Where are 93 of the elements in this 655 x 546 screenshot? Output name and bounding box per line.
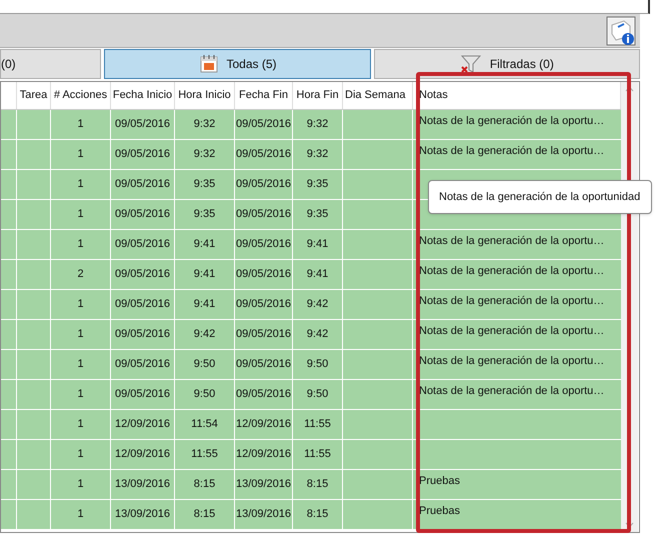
table-cell: 1 xyxy=(51,200,111,229)
table-cell: 9:35 xyxy=(293,170,343,199)
table-cell: 9:50 xyxy=(175,380,235,409)
table-cell: 1 xyxy=(51,320,111,349)
table-cell: 9:41 xyxy=(175,260,235,289)
table-cell: 11:55 xyxy=(175,440,235,469)
table-cell-text: Notas de la generación de la oportu… xyxy=(418,294,606,309)
table-cell-text: Notas de la generación de la oportu… xyxy=(418,264,606,279)
table-cell: 1 xyxy=(51,410,111,439)
table-cell: 11:54 xyxy=(175,410,235,439)
table-cell: 9:32 xyxy=(293,140,343,169)
table-cell-text: Notas de la generación de la oportu… xyxy=(418,144,606,159)
table-cell: 12/09/2016 xyxy=(111,440,175,469)
table-cell: 9:50 xyxy=(175,350,235,379)
table-cell: 9:35 xyxy=(175,170,235,199)
table-cell: 9:32 xyxy=(175,110,235,139)
table-cell: 9:35 xyxy=(293,200,343,229)
table-cell: 9:32 xyxy=(175,140,235,169)
column-header[interactable]: Hora Fin xyxy=(293,82,343,109)
tab[interactable]: Todas (5) xyxy=(104,49,371,79)
table-cell: 8:15 xyxy=(175,470,235,499)
table-cell: 9:41 xyxy=(175,290,235,319)
table-cell: 09/05/2016 xyxy=(111,350,175,379)
table-cell: 13/09/2016 xyxy=(235,500,293,529)
table-cell: 2 xyxy=(51,260,111,289)
table-cell: 9:41 xyxy=(293,230,343,259)
table-cell: 1 xyxy=(51,380,111,409)
column-header[interactable]: Hora Inicio xyxy=(175,82,235,109)
table-cell: 09/05/2016 xyxy=(235,260,293,289)
tab[interactable]: (0) xyxy=(0,49,102,79)
table-cell: 09/05/2016 xyxy=(111,140,175,169)
table-cell: 12/09/2016 xyxy=(235,410,293,439)
table-cell: 09/05/2016 xyxy=(235,110,293,139)
table-cell: 1 xyxy=(51,170,111,199)
table-cell: 09/05/2016 xyxy=(235,200,293,229)
table-cell: 09/05/2016 xyxy=(111,320,175,349)
table-cell: 1 xyxy=(51,470,111,499)
table-cell: 09/05/2016 xyxy=(235,230,293,259)
table-cell: 09/05/2016 xyxy=(111,290,175,319)
table-cell: 9:32 xyxy=(293,110,343,139)
table-cell: 1 xyxy=(51,500,111,529)
table-cell: 11:55 xyxy=(293,410,343,439)
table-cell: 9:41 xyxy=(293,260,343,289)
column-header[interactable]: Tarea xyxy=(17,82,51,109)
column-header[interactable]: Dia Semana xyxy=(343,82,413,109)
table-cell: 1 xyxy=(51,110,111,139)
table-cell: 9:35 xyxy=(175,200,235,229)
table-cell: 1 xyxy=(51,140,111,169)
table-cell: 12/09/2016 xyxy=(111,410,175,439)
table-cell: 8:15 xyxy=(293,500,343,529)
table-cell: 09/05/2016 xyxy=(111,170,175,199)
table-cell: 09/05/2016 xyxy=(111,230,175,259)
column-header[interactable]: # Acciones xyxy=(51,82,111,109)
table-cell-text: Pruebas xyxy=(418,504,461,519)
table-cell: 09/05/2016 xyxy=(235,380,293,409)
table-cell: 1 xyxy=(51,230,111,259)
table-cell: 09/05/2016 xyxy=(235,290,293,319)
tooltip: Notas de la generación de la oportunidad xyxy=(428,180,652,214)
table-cell: 12/09/2016 xyxy=(235,440,293,469)
table-cell: 13/09/2016 xyxy=(111,470,175,499)
table-cell: 9:42 xyxy=(175,320,235,349)
table-cell: 9:41 xyxy=(175,230,235,259)
table-cell: 11:55 xyxy=(293,440,343,469)
table-cell: 09/05/2016 xyxy=(235,170,293,199)
table-cell-text: Notas de la generación de la oportu… xyxy=(418,324,606,339)
table-cell-text: Notas de la generación de la oportu… xyxy=(418,384,606,399)
table-cell: 1 xyxy=(51,290,111,319)
table-cell: 13/09/2016 xyxy=(111,500,175,529)
table-cell-text: Notas de la generación de la oportu… xyxy=(418,234,606,249)
table-cell: 1 xyxy=(51,440,111,469)
calendar-icon xyxy=(198,54,218,74)
funnel-icon xyxy=(460,53,482,75)
table-cell-text: Notas de la generación de la oportu… xyxy=(418,114,606,129)
table-cell: 09/05/2016 xyxy=(111,260,175,289)
table-cell: 09/05/2016 xyxy=(111,200,175,229)
table-cell: 9:42 xyxy=(293,320,343,349)
column-header[interactable]: Fecha Fin xyxy=(235,82,293,109)
table-cell: 9:50 xyxy=(293,380,343,409)
table-cell-text: Pruebas xyxy=(418,474,461,489)
column-header[interactable]: Fecha Inicio xyxy=(111,82,175,109)
table-cell: 13/09/2016 xyxy=(235,470,293,499)
table-cell: 8:15 xyxy=(175,500,235,529)
table-cell: 09/05/2016 xyxy=(111,110,175,139)
info-icon[interactable] xyxy=(606,16,636,46)
table-cell: 9:50 xyxy=(293,350,343,379)
table-cell: 09/05/2016 xyxy=(111,380,175,409)
table-cell: 9:42 xyxy=(293,290,343,319)
table-cell: 09/05/2016 xyxy=(235,320,293,349)
table-cell: 1 xyxy=(51,350,111,379)
table-cell: 09/05/2016 xyxy=(235,140,293,169)
table-cell: 8:15 xyxy=(293,470,343,499)
table-cell: 09/05/2016 xyxy=(235,350,293,379)
table-cell-text: Notas de la generación de la oportu… xyxy=(418,354,606,369)
